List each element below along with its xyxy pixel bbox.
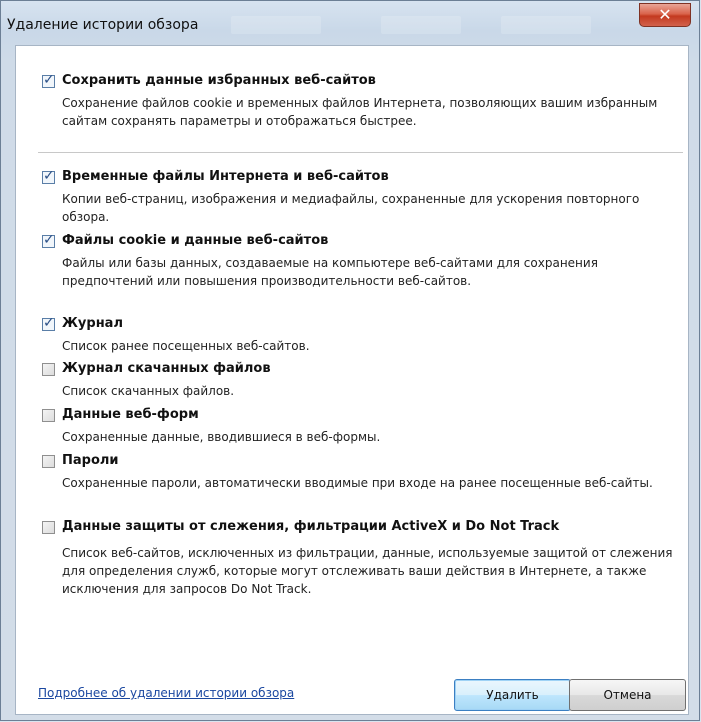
option-description: Список ранее посещенных веб-сайтов. [62,339,310,353]
form-data-checkbox[interactable] [42,409,55,422]
option-title[interactable]: Файлы cookie и данные веб-сайтов [62,233,328,248]
history-checkbox[interactable] [42,315,55,331]
divider [38,152,683,153]
cookies-checkbox[interactable] [42,232,55,248]
preserve-favorites-checkbox[interactable] [42,72,55,88]
dialog-content: Сохранить данные избранных веб-сайтов Со… [15,45,689,715]
option-title[interactable]: Журнал [62,316,123,331]
temporary-files-checkbox[interactable] [42,168,55,184]
title-bar-background-tab [501,16,591,34]
download-history-checkbox[interactable] [42,363,55,376]
option-title[interactable]: Данные защиты от слежения, фильтрации Ac… [62,519,559,534]
cancel-button[interactable]: Отмена [569,679,686,711]
title-bar-background-tab [381,16,461,34]
option-title[interactable]: Данные веб-форм [62,407,199,422]
passwords-checkbox[interactable] [42,455,55,468]
delete-browsing-history-dialog: Удаление истории обзора ✕ Сохранить данн… [0,0,700,721]
option-description: Файлы или базы данных, создаваемые на ко… [62,256,598,288]
tracking-protection-checkbox[interactable] [42,521,55,534]
option-title[interactable]: Пароли [62,453,119,468]
option-title[interactable]: Сохранить данные избранных веб-сайтов [62,73,376,88]
option-description: Копии веб-страниц, изображения и медиафа… [62,192,640,224]
close-button[interactable]: ✕ [639,3,691,27]
option-description: Сохранение файлов cookie и временных фай… [62,96,658,128]
option-title[interactable]: Журнал скачанных файлов [62,361,271,376]
option-description: Сохраненные пароли, автоматически вводим… [62,476,653,490]
title-bar[interactable]: Удаление истории обзора ✕ [1,1,699,45]
option-title[interactable]: Временные файлы Интернета и веб-сайтов [62,169,389,184]
dialog-title: Удаление истории обзора [7,17,199,33]
title-bar-background-tab [231,16,321,34]
option-description: Список скачанных файлов. [62,384,235,398]
help-link[interactable]: Подробнее об удалении истории обзора [38,686,294,700]
option-description: Список веб-сайтов, исключенных из фильтр… [62,546,673,596]
option-description: Сохраненные данные, вводившиеся в веб-фо… [62,430,381,444]
delete-button[interactable]: Удалить [454,679,571,711]
close-icon: ✕ [658,5,672,24]
